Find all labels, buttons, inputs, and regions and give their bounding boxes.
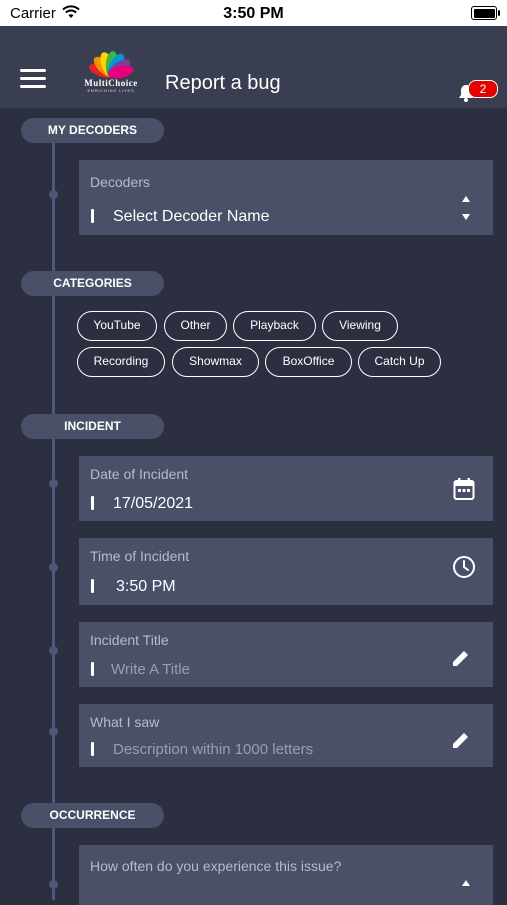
text-cursor (91, 742, 94, 756)
status-bar: Carrier 3:50 PM (0, 0, 507, 26)
incident-title-label: Incident Title (90, 632, 169, 648)
edit-pencil-icon[interactable] (452, 649, 470, 667)
description-placeholder: Description within 1000 letters (113, 741, 314, 758)
category-chip-recording[interactable]: Recording (77, 347, 165, 377)
timeline-dot (49, 479, 58, 488)
timeline-dot (49, 190, 58, 199)
category-chip-playback[interactable]: Playback (233, 311, 316, 341)
logo-tagline: ENRICHING LIVES (87, 88, 135, 93)
battery-icon (471, 6, 500, 20)
app-header: MultiChoice ENRICHING LIVES Report a bug… (0, 26, 507, 108)
text-cursor (91, 662, 94, 676)
incident-title-placeholder: Write A Title (111, 661, 190, 678)
time-label: Time of Incident (90, 548, 190, 564)
section-header-categories: CATEGORIES (21, 271, 164, 296)
description-label: What I saw (90, 714, 160, 730)
category-chip-showmax[interactable]: Showmax (172, 347, 259, 377)
section-header-incident: INCIDENT (21, 414, 164, 439)
page-title: Report a bug (165, 72, 281, 94)
logo-fan-icon (89, 51, 134, 79)
timeline-dot (49, 563, 58, 572)
logo-wordmark: MultiChoice (84, 78, 138, 88)
status-time: 3:50 PM (223, 5, 284, 22)
text-cursor (91, 209, 94, 223)
edit-pencil-icon[interactable] (452, 731, 470, 749)
date-value: 17/05/2021 (113, 495, 194, 512)
timeline-line (52, 118, 55, 900)
what-i-saw-field[interactable]: What I saw Description within 1000 lette… (79, 704, 493, 767)
section-header-decoders: MY DECODERS (21, 118, 164, 143)
decoder-value: Select Decoder Name (113, 208, 270, 225)
decoder-select[interactable]: Decoders Select Decoder Name (79, 160, 493, 235)
text-cursor (91, 496, 94, 510)
occurrence-select[interactable]: How often do you experience this issue? (79, 845, 493, 905)
timeline-dot (49, 880, 58, 889)
timeline-dot (49, 646, 58, 655)
text-cursor (91, 579, 94, 593)
calendar-icon[interactable] (453, 477, 475, 501)
occurrence-question: How often do you experience this issue? (90, 858, 342, 874)
category-chip-viewing[interactable]: Viewing (322, 311, 398, 341)
multichoice-logo: MultiChoice ENRICHING LIVES (73, 50, 149, 94)
category-chip-boxoffice[interactable]: BoxOffice (265, 347, 352, 377)
incident-title-field[interactable]: Incident Title Write A Title (79, 622, 493, 687)
dropdown-up-arrow-icon (462, 880, 470, 886)
date-label: Date of Incident (90, 466, 189, 482)
category-chip-catch-up[interactable]: Catch Up (358, 347, 441, 377)
decoder-label: Decoders (90, 174, 150, 190)
notification-badge: 2 (468, 80, 498, 98)
menu-button[interactable] (20, 69, 48, 89)
category-chip-other[interactable]: Other (164, 311, 227, 341)
category-chip-youtube[interactable]: YouTube (77, 311, 157, 341)
date-of-incident-field[interactable]: Date of Incident 17/05/2021 (79, 456, 493, 521)
time-of-incident-field[interactable]: Time of Incident 3:50 PM (79, 538, 493, 605)
sort-arrows-icon (462, 196, 470, 220)
clock-icon[interactable] (452, 555, 476, 579)
time-value: 3:50 PM (116, 578, 176, 595)
timeline-dot (49, 727, 58, 736)
section-header-occurrence: OCCURRENCE (21, 803, 164, 828)
